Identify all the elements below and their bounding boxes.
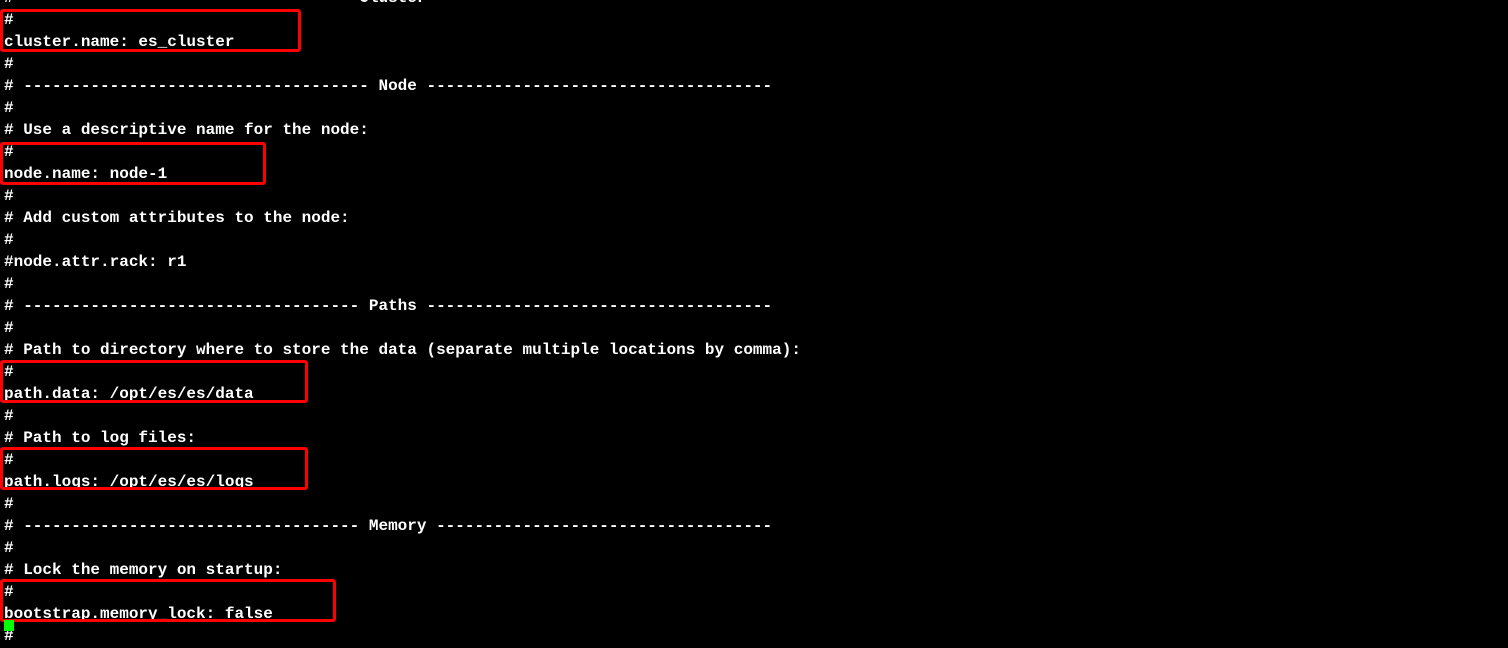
config-line-13: # (4, 273, 1504, 295)
config-line-12: #node.attr.rack: r1 (4, 251, 1504, 273)
config-line-26: # Lock the memory on startup: (4, 559, 1504, 581)
config-line-7: # (4, 141, 1504, 163)
config-line-6: # Use a descriptive name for the node: (4, 119, 1504, 141)
config-line-4: # ------------------------------------ N… (4, 75, 1504, 97)
config-line-17: # (4, 361, 1504, 383)
config-line-15: # (4, 317, 1504, 339)
config-line-24: # ----------------------------------- Me… (4, 515, 1504, 537)
config-line-9: # (4, 185, 1504, 207)
config-line-28: bootstrap.memory_lock: false (4, 603, 1504, 625)
config-line-20: # Path to log files: (4, 427, 1504, 449)
cursor-block (4, 620, 14, 631)
config-line-2: cluster.name: es_cluster (4, 31, 1504, 53)
config-line-19: # (4, 405, 1504, 427)
config-line-21: # (4, 449, 1504, 471)
config-line-5: # (4, 97, 1504, 119)
config-line-29: # (4, 625, 1504, 647)
config-line-3: # (4, 53, 1504, 75)
config-line-18: path.data: /opt/es/es/data (4, 383, 1504, 405)
config-line-11: # (4, 229, 1504, 251)
config-line-14: # ----------------------------------- Pa… (4, 295, 1504, 317)
config-line-1: # (4, 9, 1504, 31)
config-line-8: node.name: node-1 (4, 163, 1504, 185)
config-line-25: # (4, 537, 1504, 559)
config-line-27: # (4, 581, 1504, 603)
config-line-10: # Add custom attributes to the node: (4, 207, 1504, 229)
config-line-23: # (4, 493, 1504, 515)
config-line-0: # ---------------------------------- Clu… (4, 0, 1504, 9)
config-line-22: path.logs: /opt/es/es/logs (4, 471, 1504, 493)
config-line-16: # Path to directory where to store the d… (4, 339, 1504, 361)
terminal-editor[interactable]: # ---------------------------------- Clu… (0, 0, 1508, 647)
